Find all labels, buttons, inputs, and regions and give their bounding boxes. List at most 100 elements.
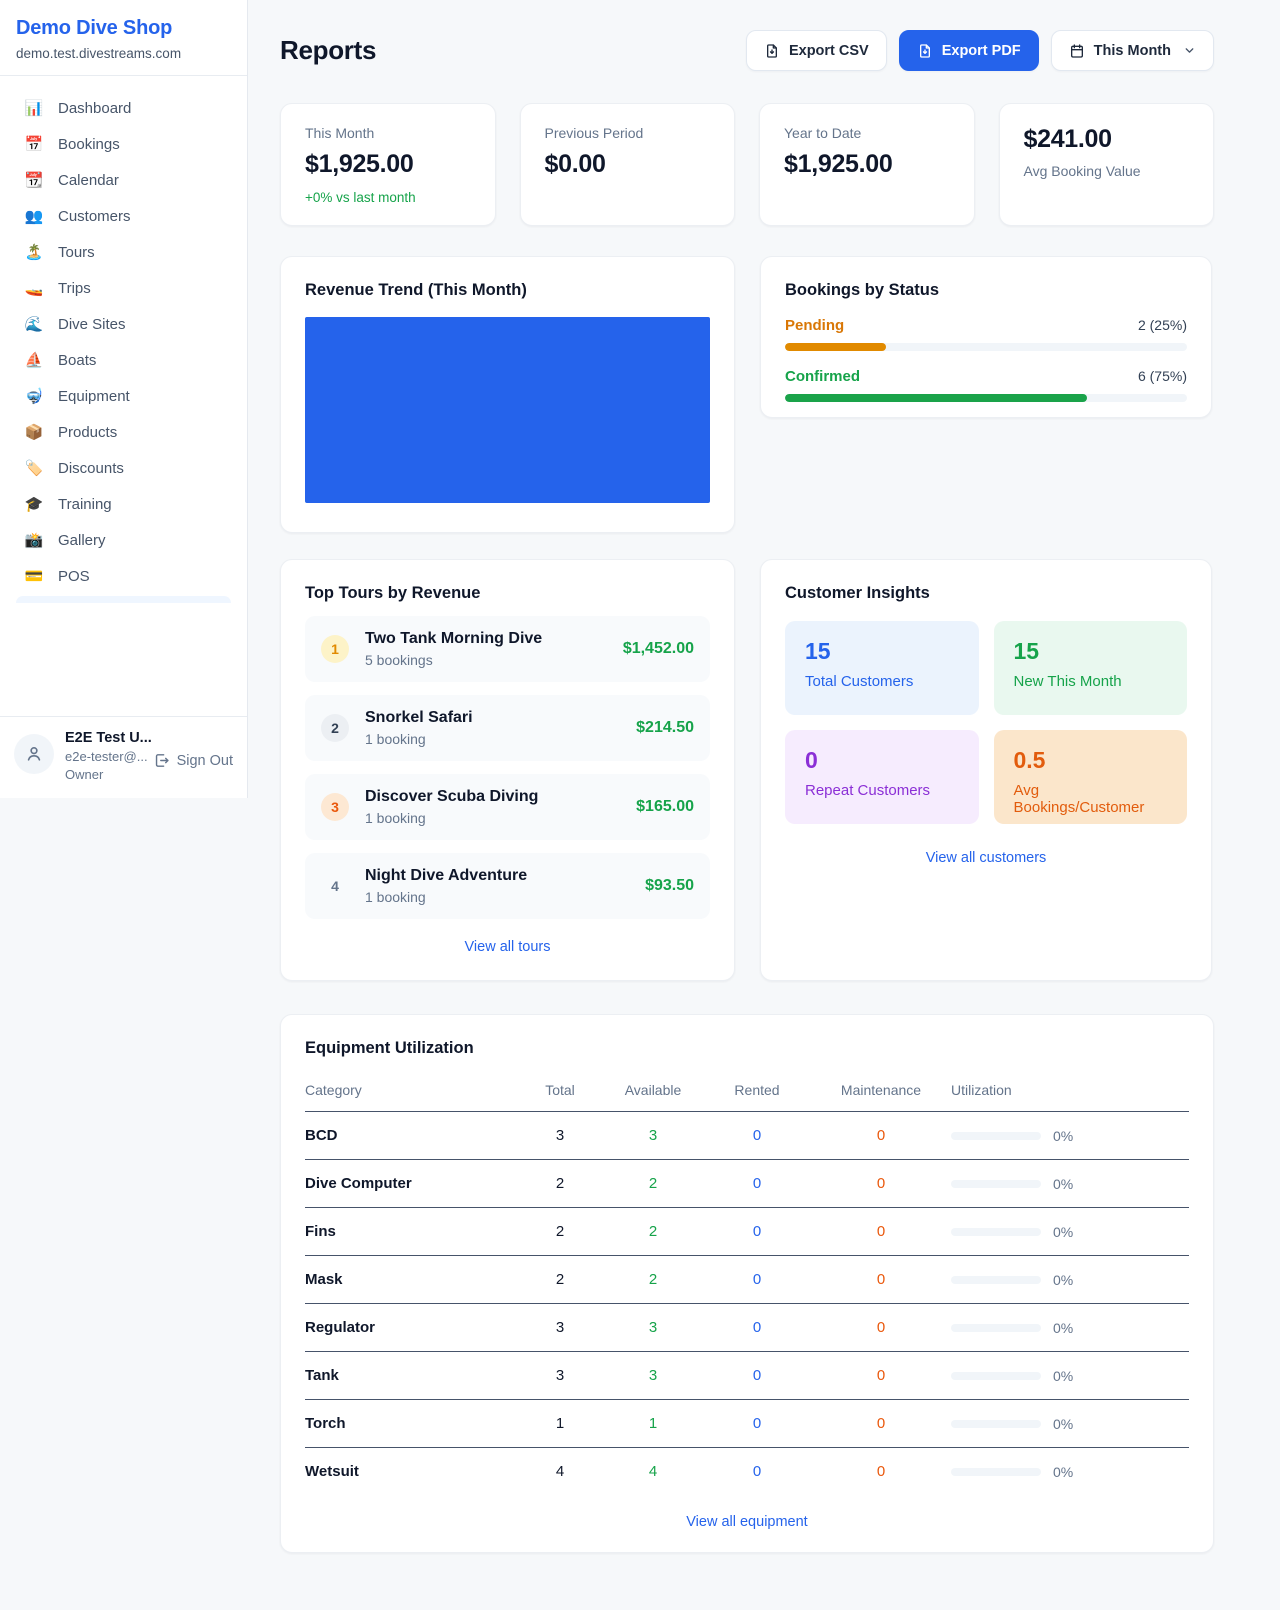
sidebar-item-pos[interactable]: 💳 POS bbox=[8, 558, 239, 594]
rank-badge: 4 bbox=[321, 872, 349, 900]
sidebar-item-equipment[interactable]: 🤿 Equipment bbox=[8, 378, 239, 414]
table-row: Wetsuit 4 4 0 0 0% bbox=[305, 1448, 1189, 1496]
sidebar-item-label: Customers bbox=[58, 208, 131, 225]
sidebar-item-gallery[interactable]: 📸 Gallery bbox=[8, 522, 239, 558]
logout-icon bbox=[153, 752, 170, 769]
status-count: 6 (75%) bbox=[1138, 368, 1187, 384]
table-row: Regulator 3 3 0 0 0% bbox=[305, 1304, 1189, 1352]
revenue-trend-title: Revenue Trend (This Month) bbox=[305, 281, 710, 300]
status-count: 2 (25%) bbox=[1138, 317, 1187, 333]
export-pdf-label: Export PDF bbox=[942, 43, 1021, 59]
charts-row: Revenue Trend (This Month) Bookings by S… bbox=[280, 256, 1214, 533]
utilization-bar bbox=[951, 1276, 1041, 1284]
file-download-icon bbox=[764, 43, 780, 59]
user-info: E2E Test U... e2e-tester@... Owner bbox=[65, 730, 142, 782]
view-all-customers-link[interactable]: View all customers bbox=[785, 850, 1187, 866]
col-rented: Rented bbox=[703, 1074, 811, 1112]
cell-available: 2 bbox=[603, 1160, 703, 1208]
cell-category: Dive Computer bbox=[305, 1160, 517, 1208]
sidebar-item-discounts[interactable]: 🏷️ Discounts bbox=[8, 450, 239, 486]
bookings-by-status-card: Bookings by Status Pending 2 (25%) Confi… bbox=[760, 256, 1212, 418]
cell-category: Fins bbox=[305, 1208, 517, 1256]
insight-tile-total-customers: 15 Total Customers bbox=[785, 621, 979, 715]
stat-value: $241.00 bbox=[1024, 125, 1190, 154]
sidebar-item-boats[interactable]: ⛵ Boats bbox=[8, 342, 239, 378]
stat-delta: +0% vs last month bbox=[305, 190, 471, 205]
tour-row: 2 Snorkel Safari 1 booking $214.50 bbox=[305, 695, 710, 761]
export-csv-label: Export CSV bbox=[789, 43, 869, 59]
period-dropdown[interactable]: This Month bbox=[1051, 30, 1214, 71]
sidebar-header: Demo Dive Shop demo.test.divestreams.com bbox=[0, 0, 247, 76]
cell-rented: 0 bbox=[703, 1256, 811, 1304]
utilization-percent: 0% bbox=[1053, 1176, 1073, 1192]
sidebar-item-dive-sites[interactable]: 🌊 Dive Sites bbox=[8, 306, 239, 342]
sidebar-item-trips[interactable]: 🚤 Trips bbox=[8, 270, 239, 306]
stat-label: Year to Date bbox=[784, 125, 950, 141]
cell-rented: 0 bbox=[703, 1160, 811, 1208]
insight-value: 0 bbox=[805, 747, 959, 774]
col-available: Available bbox=[603, 1074, 703, 1112]
tour-name: Snorkel Safari bbox=[365, 709, 620, 727]
page-header: Reports Export CSV Export PDF This Month bbox=[280, 30, 1214, 71]
sidebar-item-label: Bookings bbox=[58, 136, 120, 153]
avatar bbox=[14, 734, 54, 774]
sidebar-item-tours[interactable]: 🏝️ Tours bbox=[8, 234, 239, 270]
status-progress-fill bbox=[785, 394, 1087, 402]
sidebar-item-calendar[interactable]: 📆 Calendar bbox=[8, 162, 239, 198]
utilization-bar bbox=[951, 1420, 1041, 1428]
cell-maintenance: 0 bbox=[811, 1304, 951, 1352]
utilization-bar bbox=[951, 1468, 1041, 1476]
cell-rented: 0 bbox=[703, 1352, 811, 1400]
tour-row: 3 Discover Scuba Diving 1 booking $165.0… bbox=[305, 774, 710, 840]
bookings-icon: 📅 bbox=[24, 135, 44, 153]
cell-total: 4 bbox=[517, 1448, 603, 1496]
header-actions: Export CSV Export PDF This Month bbox=[746, 30, 1214, 71]
stat-card-year-to-date: Year to Date $1,925.00 bbox=[759, 103, 975, 226]
tour-revenue: $93.50 bbox=[645, 877, 694, 895]
utilization-percent: 0% bbox=[1053, 1224, 1073, 1240]
cell-category: Tank bbox=[305, 1352, 517, 1400]
cell-maintenance: 0 bbox=[811, 1208, 951, 1256]
utilization-bar bbox=[951, 1372, 1041, 1380]
cell-category: Wetsuit bbox=[305, 1448, 517, 1496]
sidebar-item-products[interactable]: 📦 Products bbox=[8, 414, 239, 450]
insight-label: Avg Bookings/Customer bbox=[1014, 782, 1168, 816]
chevron-down-icon bbox=[1183, 44, 1196, 57]
utilization-bar bbox=[951, 1228, 1041, 1236]
sidebar-item-customers[interactable]: 👥 Customers bbox=[8, 198, 239, 234]
tour-bookings: 1 booking bbox=[365, 889, 629, 905]
stat-card-this-month: This Month $1,925.00 +0% vs last month bbox=[280, 103, 496, 226]
insight-tiles: 15 Total Customers 15 New This Month 0 R… bbox=[785, 621, 1187, 824]
dive-sites-icon: 🌊 bbox=[24, 315, 44, 333]
cell-available: 1 bbox=[603, 1400, 703, 1448]
cell-rented: 0 bbox=[703, 1400, 811, 1448]
sidebar-item-bookings[interactable]: 📅 Bookings bbox=[8, 126, 239, 162]
utilization-percent: 0% bbox=[1053, 1368, 1073, 1384]
export-csv-button[interactable]: Export CSV bbox=[746, 30, 887, 71]
view-all-equipment-link[interactable]: View all equipment bbox=[305, 1514, 1189, 1530]
cell-total: 1 bbox=[517, 1400, 603, 1448]
bookings-by-status-title: Bookings by Status bbox=[785, 281, 1187, 300]
table-row: Fins 2 2 0 0 0% bbox=[305, 1208, 1189, 1256]
page-title: Reports bbox=[280, 35, 376, 66]
view-all-tours-link[interactable]: View all tours bbox=[305, 939, 710, 955]
utilization-percent: 0% bbox=[1053, 1128, 1073, 1144]
tours-icon: 🏝️ bbox=[24, 243, 44, 261]
sidebar-nav: 📊 Dashboard 📅 Bookings 📆 Calendar 👥 Cust… bbox=[0, 76, 247, 716]
sidebar-item-dashboard[interactable]: 📊 Dashboard bbox=[8, 90, 239, 126]
boats-icon: ⛵ bbox=[24, 351, 44, 369]
cell-maintenance: 0 bbox=[811, 1352, 951, 1400]
sidebar-item-reports-partial[interactable] bbox=[16, 596, 231, 603]
tour-revenue: $1,452.00 bbox=[623, 640, 694, 658]
stat-card-previous-period: Previous Period $0.00 bbox=[520, 103, 736, 226]
cell-available: 3 bbox=[603, 1352, 703, 1400]
export-pdf-button[interactable]: Export PDF bbox=[899, 30, 1039, 71]
tour-row: 4 Night Dive Adventure 1 booking $93.50 bbox=[305, 853, 710, 919]
sign-out-button[interactable]: Sign Out bbox=[153, 752, 233, 769]
sign-out-label: Sign Out bbox=[177, 753, 233, 769]
status-progress-track bbox=[785, 343, 1187, 351]
customers-icon: 👥 bbox=[24, 207, 44, 225]
cell-category: Mask bbox=[305, 1256, 517, 1304]
table-row: BCD 3 3 0 0 0% bbox=[305, 1112, 1189, 1160]
sidebar-item-training[interactable]: 🎓 Training bbox=[8, 486, 239, 522]
